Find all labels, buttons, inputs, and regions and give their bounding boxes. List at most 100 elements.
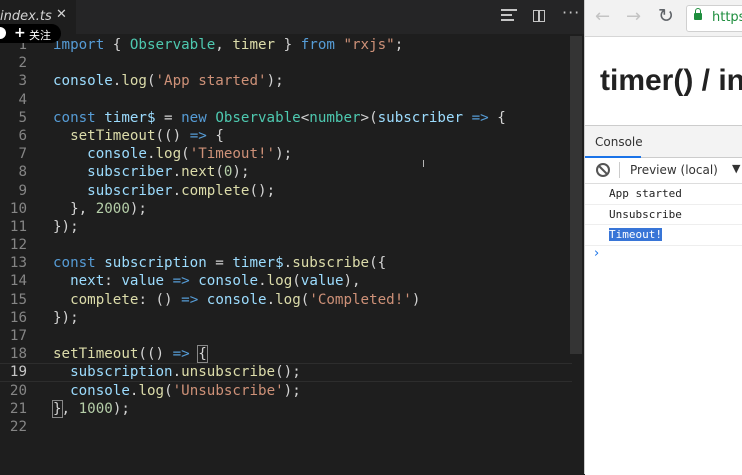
code-line[interactable]: 10 }, 2000); (0, 200, 572, 218)
line-number: 2 (18, 55, 27, 72)
devtools-panel: Console Preview (local) ▼ App started Uns… (585, 125, 742, 475)
code-editor[interactable]: index.ts ✕ ··· + 关注 1 import { Observable… (0, 0, 584, 474)
back-arrow-icon[interactable]: ← (595, 6, 610, 27)
console-message[interactable]: Unsubscribe (585, 205, 742, 225)
line-number: 6 (18, 127, 27, 144)
avatar (0, 27, 6, 39)
code-text: subscriber.complete(); (87, 182, 276, 199)
forward-arrow-icon[interactable]: → (626, 6, 641, 27)
code-area[interactable]: 1 import { Observable, timer } from "rxjs… (0, 36, 572, 436)
code-line[interactable]: 2 (0, 54, 572, 72)
code-text: console.log('Unsubscribe'); (70, 382, 301, 399)
code-line[interactable]: 12 (0, 236, 572, 254)
console-toolbar: Preview (local) ▼ (585, 157, 742, 184)
code-line[interactable]: 8 subscriber.next(0); (0, 163, 572, 181)
line-number: 4 (18, 91, 27, 108)
code-text: setTimeout(() => { (70, 127, 224, 144)
line-number: 14 (9, 273, 27, 290)
code-text: console.log('Timeout!'); (87, 146, 293, 163)
lock-icon (694, 8, 702, 20)
line-number: 8 (18, 164, 27, 181)
tab-title: index.ts (0, 9, 52, 24)
line-number: 10 (9, 200, 27, 217)
code-line[interactable]: 7 console.log('Timeout!'); (0, 145, 572, 163)
code-line[interactable]: 4 (0, 91, 572, 109)
context-selector[interactable]: Preview (local) (630, 163, 718, 177)
line-number: 3 (18, 73, 27, 90)
code-line[interactable]: 6 setTimeout(() => { (0, 127, 572, 145)
code-line[interactable]: 9 subscriber.complete(); (0, 182, 572, 200)
line-number: 16 (9, 309, 27, 326)
console-message-text: Unsubscribe (609, 207, 682, 221)
line-number: 19 (9, 364, 27, 381)
follow-badge[interactable]: + 关注 (0, 24, 61, 43)
code-text: complete: () => console.log('Completed!'… (70, 291, 421, 308)
browser-toolbar: ← → ↻ https (585, 0, 742, 37)
console-prompt-icon[interactable]: › (594, 246, 599, 261)
dropdown-arrow-icon[interactable]: ▼ (732, 162, 740, 175)
follow-label: 关注 (29, 29, 51, 42)
line-number: 20 (9, 382, 27, 399)
console-log: App started Unsubscribe Timeout! › (585, 184, 742, 261)
code-line[interactable]: 3 console.log('App started'); (0, 72, 572, 90)
close-icon[interactable]: ✕ (56, 7, 67, 22)
code-line[interactable]: 22 (0, 418, 572, 436)
reload-icon[interactable]: ↻ (658, 5, 674, 27)
code-text: }); (53, 309, 79, 326)
code-text: }); (53, 218, 79, 235)
tab-console-label: Console (595, 135, 643, 149)
line-number: 22 (9, 418, 27, 435)
devtools-tab-bar: Console (585, 126, 742, 158)
editor-scrollbar[interactable] (570, 36, 582, 354)
line-number: 17 (9, 328, 27, 344)
clear-console-icon[interactable] (596, 163, 610, 177)
browser-window: ← → ↻ https timer() / in Console Preview… (584, 0, 742, 475)
line-number: 13 (9, 255, 27, 272)
code-text: subscription.unsubscribe(); (70, 364, 301, 381)
code-line[interactable]: 21 }, 1000); (0, 399, 572, 418)
text-cursor-icon: I (422, 159, 425, 170)
toolbar-divider (619, 162, 620, 178)
code-text: }, 1000); (52, 399, 130, 418)
console-message-text: Timeout! (609, 228, 662, 241)
line-number: 9 (18, 182, 27, 199)
console-message[interactable]: App started (585, 184, 742, 205)
code-line[interactable]: 18 setTimeout(() => { (0, 345, 572, 364)
code-line[interactable]: 13 const subscription = timer$.subscribe(… (0, 254, 572, 272)
editor-tab-bar: index.ts ✕ ··· (0, 0, 584, 34)
code-line[interactable]: 16}); (0, 309, 572, 327)
code-line[interactable]: 17 (0, 327, 572, 345)
code-line[interactable]: 14 next: value => console.log(value), (0, 272, 572, 290)
line-number: 12 (9, 237, 27, 254)
address-bar[interactable]: https (686, 5, 742, 32)
page-heading: timer() / in (600, 64, 742, 97)
line-number: 21 (9, 400, 27, 417)
url-text: https (712, 10, 742, 25)
code-text: next: value => console.log(value), (70, 273, 361, 290)
more-actions-icon[interactable]: ··· (562, 3, 579, 22)
line-number: 18 (9, 346, 27, 363)
code-text: console.log('App started'); (53, 73, 284, 90)
split-editor-icon[interactable] (533, 10, 545, 22)
tab-console[interactable]: Console (585, 126, 643, 158)
code-line[interactable]: 1 import { Observable, timer } from "rxjs… (0, 36, 572, 54)
code-line[interactable]: 5 const timer$ = new Observable<number>(s… (0, 109, 572, 127)
code-text: const subscription = timer$.subscribe({ (53, 255, 387, 272)
plus-icon: + (14, 25, 26, 41)
code-text: subscriber.next(0); (87, 164, 250, 181)
code-text: }, 2000); (53, 200, 147, 217)
console-message[interactable]: Timeout! (585, 225, 742, 246)
code-text: const timer$ = new Observable<number>(su… (53, 109, 506, 126)
code-line[interactable]: 15 complete: () => console.log('Complete… (0, 291, 572, 309)
code-line[interactable]: 11}); (0, 218, 572, 236)
code-text: setTimeout(() => { (53, 345, 208, 364)
line-number: 7 (18, 146, 27, 163)
outline-icon[interactable] (501, 9, 517, 23)
line-number: 15 (9, 291, 27, 308)
line-number: 5 (18, 109, 27, 126)
code-text: import { Observable, timer } from "rxjs"… (53, 37, 404, 53)
console-message-text: App started (609, 187, 682, 200)
line-number: 11 (9, 218, 27, 235)
code-line[interactable]: 20 console.log('Unsubscribe'); (0, 382, 572, 400)
code-line[interactable]: 19 subscription.unsubscribe(); (0, 363, 572, 381)
